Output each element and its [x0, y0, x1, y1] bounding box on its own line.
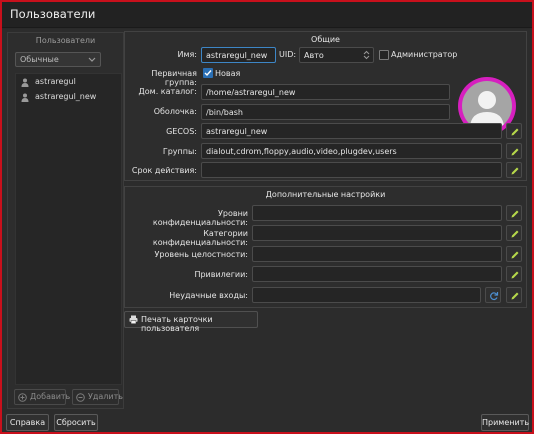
window-title: Пользователи — [10, 7, 96, 21]
gecos-label: GECOS: — [166, 127, 197, 136]
user-name: astraregul — [35, 77, 76, 86]
reset-failed-logins-button[interactable] — [485, 287, 501, 303]
user-icon — [21, 78, 29, 87]
shell-label: Оболочка: — [153, 107, 197, 116]
conf-levels-label: Уровни конфиденциальности: — [152, 209, 248, 227]
title-bar: Пользователи — [2, 2, 532, 28]
new-group-label: Новая — [215, 69, 241, 78]
users-list-panel: Пользователи Обычные astraregul astrareg… — [7, 32, 124, 409]
user-icon — [21, 93, 29, 102]
conf-levels-field[interactable] — [252, 205, 502, 221]
gecos-field[interactable]: astraregul_new — [201, 123, 502, 139]
uid-spinbox[interactable]: Авто — [299, 47, 374, 63]
remove-icon — [76, 393, 85, 402]
expiry-field[interactable] — [201, 162, 502, 178]
pencil-icon — [511, 230, 519, 238]
failed-logins-label: Неудачные входы: — [169, 291, 248, 300]
pencil-icon — [511, 148, 519, 156]
failed-logins-field[interactable] — [252, 287, 481, 303]
edit-privileges-button[interactable] — [506, 266, 522, 282]
users-list-header: Пользователи — [35, 36, 96, 45]
refresh-icon — [490, 292, 499, 301]
extra-settings-title: Дополнительные настройки — [265, 190, 386, 199]
user-name: astraregul_new — [35, 92, 97, 101]
home-directory-field[interactable]: /home/astraregul_new — [201, 84, 450, 100]
pencil-icon — [511, 128, 519, 136]
shell-field[interactable]: /bin/bash — [201, 104, 450, 120]
admin-label: Администратор — [391, 50, 458, 59]
user-type-filter-value: Обычные — [20, 55, 59, 64]
pencil-icon — [511, 271, 519, 279]
remove-user-button[interactable]: Удалить — [72, 389, 123, 405]
integrity-field[interactable] — [252, 246, 502, 262]
edit-conf-levels-button[interactable] — [506, 205, 522, 221]
integrity-label: Уровень целостности: — [154, 250, 248, 259]
chevron-down-icon — [88, 57, 96, 62]
general-group-title: Общие — [311, 35, 340, 44]
help-button[interactable]: Справка — [6, 414, 49, 431]
edit-gecos-button[interactable] — [506, 123, 522, 139]
users-window: Пользователи Пользователи Обычные astrar… — [0, 0, 534, 434]
name-label: Имя: — [177, 50, 197, 59]
uid-label: UID: — [279, 50, 297, 59]
groups-field[interactable]: dialout,cdrom,floppy,audio,video,plugdev… — [201, 143, 502, 159]
print-user-card-button[interactable]: Печать карточки пользователя — [124, 311, 258, 333]
home-label: Дом. каталог: — [138, 87, 197, 96]
reset-button[interactable]: Сбросить — [54, 414, 98, 431]
add-user-button[interactable]: Добавить — [14, 389, 70, 405]
edit-expiry-button[interactable] — [506, 162, 522, 178]
pencil-icon — [511, 210, 519, 218]
groups-label: Группы: — [162, 147, 197, 156]
username-field[interactable]: astraregul_new — [201, 47, 276, 63]
apply-button[interactable]: Применить — [481, 414, 529, 431]
add-icon — [18, 393, 27, 402]
list-item[interactable]: astraregul — [18, 76, 118, 89]
edit-integrity-button[interactable] — [506, 246, 522, 262]
edit-conf-categories-button[interactable] — [506, 225, 522, 241]
pencil-icon — [511, 167, 519, 175]
expiry-label: Срок действия: — [131, 166, 197, 175]
pencil-icon — [511, 292, 519, 300]
conf-categories-label: Категории конфиденциальности: — [152, 229, 248, 247]
primary-group-label: Первичная группа: — [151, 69, 197, 87]
edit-failed-logins-button[interactable] — [506, 287, 522, 303]
edit-groups-button[interactable] — [506, 143, 522, 159]
spin-arrows-icon — [363, 50, 370, 60]
checkmark-icon — [204, 70, 212, 77]
user-type-filter-select[interactable]: Обычные — [15, 52, 101, 67]
privileges-label: Привилегии: — [194, 270, 248, 279]
pencil-icon — [511, 251, 519, 259]
printer-icon — [129, 315, 138, 324]
admin-checkbox[interactable] — [379, 50, 389, 60]
new-group-checkbox[interactable] — [203, 68, 213, 78]
user-list[interactable]: astraregul astraregul_new — [15, 73, 122, 385]
conf-categories-field[interactable] — [252, 225, 502, 241]
privileges-field[interactable] — [252, 266, 502, 282]
window-content: Пользователи Обычные astraregul astrareg… — [2, 29, 532, 432]
list-item[interactable]: astraregul_new — [18, 91, 118, 104]
